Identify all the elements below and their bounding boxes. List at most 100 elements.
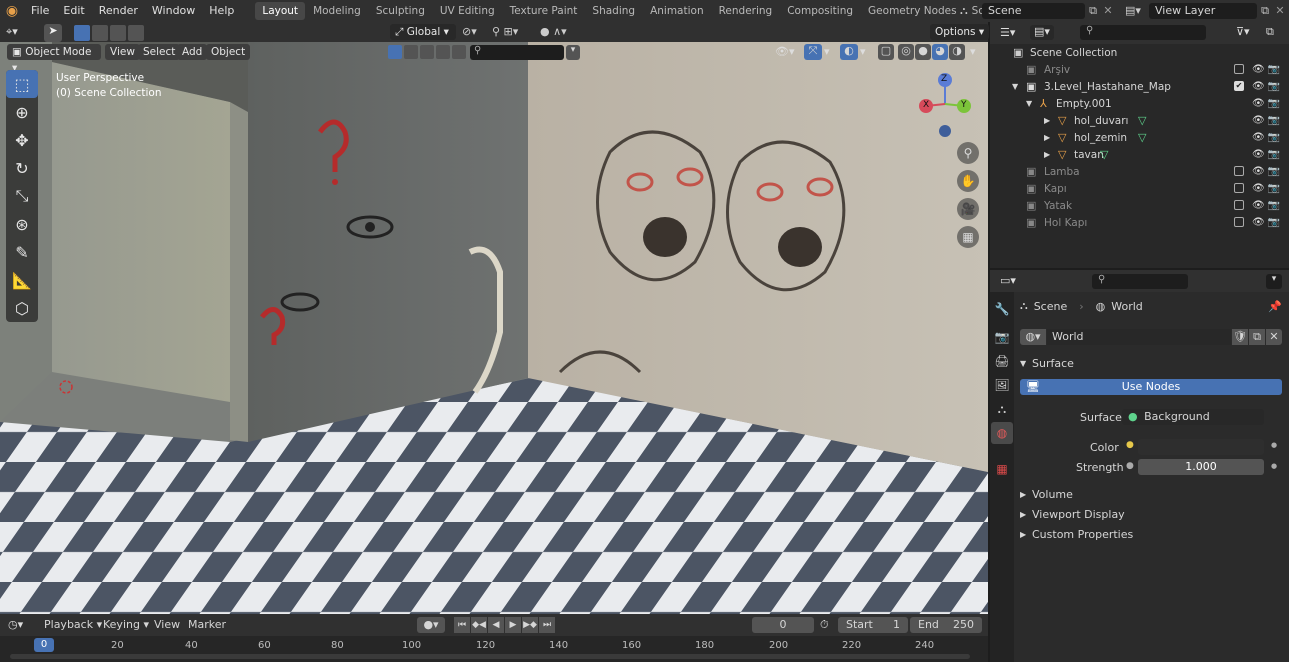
pin-icon[interactable]: 📌: [1268, 300, 1282, 313]
camera-view-icon[interactable]: 🎥: [957, 198, 979, 220]
select-tool-icon[interactable]: ➤: [44, 24, 62, 42]
scene-tab-icon[interactable]: ⛬: [991, 398, 1013, 420]
filter-mesh-icon[interactable]: [404, 45, 418, 59]
exclude-checkbox[interactable]: [1234, 64, 1244, 74]
jump-keyframe-forward-icon[interactable]: ▶◆: [522, 617, 538, 633]
workspace-tab-compositing[interactable]: Compositing: [780, 2, 860, 20]
selection-mode-group[interactable]: [74, 25, 154, 41]
workspace-tab-texture-paint[interactable]: Texture Paint: [503, 2, 585, 20]
delete-view-layer-icon[interactable]: ✕: [1273, 4, 1287, 17]
workspace-tab-rendering[interactable]: Rendering: [712, 2, 780, 20]
current-frame-field[interactable]: 0: [752, 617, 814, 633]
outliner-search-field[interactable]: ⚲: [1080, 25, 1206, 40]
workspace-tab-modeling[interactable]: Modeling: [306, 2, 368, 20]
render-tab-icon[interactable]: 📷: [991, 326, 1013, 348]
select-invert-icon[interactable]: [128, 25, 144, 41]
blender-logo-icon[interactable]: ◉: [0, 3, 24, 19]
filter-light-icon[interactable]: [420, 45, 434, 59]
use-nodes-button[interactable]: 🖥 Use Nodes: [1020, 379, 1282, 395]
new-world-icon[interactable]: ⧉: [1249, 329, 1265, 345]
outliner-row[interactable]: ▣ Kapı: [1010, 180, 1289, 197]
workspace-tab-uv-editing[interactable]: UV Editing: [433, 2, 502, 20]
surface-panel-header[interactable]: ▼ Surface: [1016, 354, 1287, 372]
outliner-row[interactable]: ▼ ▣ 3.Level_Hastahane_Map: [1010, 78, 1289, 95]
shading-dropdown-icon[interactable]: ▾: [970, 45, 976, 58]
filter-icon[interactable]: ⊽▾: [1236, 25, 1250, 38]
new-scene-icon[interactable]: ⧉: [1085, 4, 1101, 18]
exclude-checkbox[interactable]: ✔: [1234, 81, 1244, 91]
snap-toggle[interactable]: ⚲ ⊞▾: [492, 25, 534, 38]
expand-chevron-icon[interactable]: ▼: [1010, 82, 1026, 91]
volume-panel-header[interactable]: ▶ Volume: [1016, 485, 1287, 503]
stopwatch-icon[interactable]: ⏱: [820, 618, 829, 632]
outliner-row[interactable]: ▣ Arşiv: [1010, 61, 1289, 78]
properties-editor-type-icon[interactable]: ▭▾: [1000, 274, 1016, 287]
cursor-tool-icon[interactable]: ⊕: [6, 98, 38, 126]
outliner-row[interactable]: ▣ Lamba: [1010, 163, 1289, 180]
overlay-dropdown-icon[interactable]: ▾: [860, 45, 866, 58]
output-tab-icon[interactable]: 🖨: [991, 350, 1013, 372]
material-shading-icon[interactable]: ◕: [932, 44, 948, 60]
jump-end-icon[interactable]: ⏭: [539, 617, 555, 633]
play-icon[interactable]: ▶: [505, 617, 521, 633]
pivot-point-dropdown[interactable]: ⊘▾: [462, 25, 486, 38]
add-cube-tool-icon[interactable]: ⬡: [6, 294, 38, 322]
eye-icon[interactable]: 👁 📷: [1252, 78, 1286, 95]
view-layer-tab-icon[interactable]: 🖼: [991, 374, 1013, 396]
pan-hand-icon[interactable]: ✋: [957, 170, 979, 192]
exclude-checkbox[interactable]: [1234, 217, 1244, 227]
select-extend-icon[interactable]: [92, 25, 108, 41]
outliner-row-scene-collection[interactable]: ▣ Scene Collection: [1010, 44, 1289, 61]
play-reverse-icon[interactable]: ◀: [488, 617, 504, 633]
end-frame-field[interactable]: End 250: [910, 617, 982, 633]
view-layer-field[interactable]: View Layer: [1149, 2, 1257, 19]
timeline-menu-keying[interactable]: Keying ▾: [103, 618, 149, 631]
keyframe-dot-icon[interactable]: ●: [1271, 462, 1277, 470]
new-collection-icon[interactable]: ⧉: [1266, 25, 1274, 39]
workspace-tab-sculpting[interactable]: Sculpting: [369, 2, 432, 20]
record-button[interactable]: ●▾: [417, 617, 445, 633]
gizmo-dropdown-icon[interactable]: ▾: [824, 45, 830, 58]
wireframe-shading-icon[interactable]: ◎: [898, 44, 914, 60]
eye-icon[interactable]: 👁 📷: [1252, 112, 1286, 129]
expand-chevron-icon[interactable]: ▶: [1044, 116, 1058, 125]
shading-modes[interactable]: ◎ ● ◕ ◑: [898, 44, 968, 60]
filter-object-icon[interactable]: [388, 45, 402, 59]
jump-start-icon[interactable]: ⏮: [454, 617, 470, 633]
outliner-row[interactable]: ▶ ▽ hol_zemin ▽: [1010, 129, 1289, 146]
transform-tool-icon[interactable]: ⊛: [6, 210, 38, 238]
world-name-field[interactable]: World: [1047, 329, 1231, 345]
timeline-scrollbar[interactable]: [10, 654, 970, 659]
tool-tab-icon[interactable]: 🔧: [991, 298, 1013, 320]
scene-name-field[interactable]: Scene: [982, 2, 1085, 19]
expand-chevron-icon[interactable]: ▼: [1026, 99, 1040, 108]
new-view-layer-icon[interactable]: ⧉: [1257, 4, 1273, 18]
outliner-row[interactable]: ▣ Yatak: [1010, 197, 1289, 214]
world-tab-icon[interactable]: ◍: [991, 422, 1013, 444]
object-mode-dropdown[interactable]: ▣ Object Mode ▾: [7, 44, 101, 74]
eye-icon[interactable]: 👁 📷: [1252, 214, 1286, 231]
menu-window[interactable]: Window: [145, 0, 202, 22]
search-options-icon[interactable]: ▾: [566, 45, 580, 60]
timeline-editor-type-icon[interactable]: ◷▾: [8, 618, 23, 631]
properties-options-icon[interactable]: ▾: [1266, 274, 1282, 289]
eye-icon[interactable]: 👁 📷: [1252, 129, 1286, 146]
properties-search-field[interactable]: ⚲: [1092, 274, 1188, 289]
outliner-row[interactable]: ▣ Hol Kapı: [1010, 214, 1289, 231]
eye-icon[interactable]: 👁 📷: [1252, 163, 1286, 180]
menu-add[interactable]: Add: [177, 44, 208, 60]
editor-type-button[interactable]: ⌖▾: [6, 25, 36, 41]
menu-edit[interactable]: Edit: [56, 0, 91, 22]
move-tool-icon[interactable]: ✥: [6, 126, 38, 154]
filter-other-icon[interactable]: [452, 45, 466, 59]
eye-icon[interactable]: 👁 📷: [1252, 61, 1286, 78]
expand-chevron-icon[interactable]: ▶: [1044, 133, 1058, 142]
navigation-gizmo[interactable]: Z X Y: [918, 72, 974, 138]
display-mode-icon[interactable]: ▤▾: [1030, 25, 1054, 40]
select-box-tool-icon[interactable]: ⬚: [6, 70, 38, 98]
strength-field[interactable]: 1.000: [1138, 459, 1264, 475]
eye-icon[interactable]: 👁 📷: [1252, 95, 1286, 112]
workspace-tab-animation[interactable]: Animation: [643, 2, 711, 20]
keyframe-dot-icon[interactable]: ●: [1271, 441, 1277, 449]
color-swatch[interactable]: [1138, 439, 1264, 455]
